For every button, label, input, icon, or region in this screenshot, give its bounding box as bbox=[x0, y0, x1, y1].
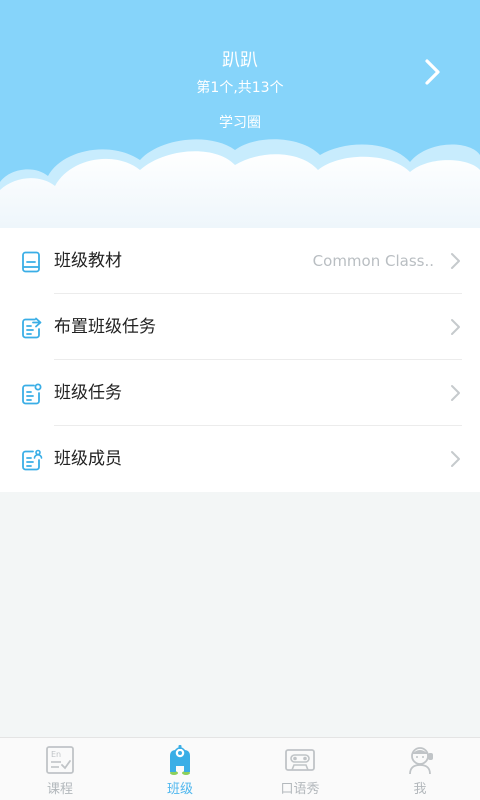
chevron-right-icon bbox=[451, 319, 460, 335]
tab-label: 我 bbox=[413, 782, 427, 797]
class-name: 趴趴 bbox=[222, 50, 258, 71]
tab-label: 课程 bbox=[46, 782, 73, 797]
menu-item-label: 班级任务 bbox=[54, 383, 122, 403]
class-mascot-icon bbox=[170, 745, 190, 775]
menu-item-class-members[interactable]: 班级成员 bbox=[0, 426, 480, 492]
chevron-right-icon bbox=[451, 385, 460, 401]
chevron-right-icon bbox=[451, 451, 460, 467]
course-book-icon: En bbox=[46, 746, 74, 774]
profile-avatar-icon bbox=[409, 747, 433, 775]
class-header: 趴趴 第1个,共13个 学习圈 bbox=[0, 0, 480, 228]
menu-item-label: 班级成员 bbox=[54, 449, 122, 469]
tab-label: 班级 bbox=[166, 782, 193, 797]
menu-item-label: 班级教材 bbox=[54, 251, 122, 271]
class-members-icon bbox=[22, 449, 43, 471]
textbook-icon bbox=[22, 251, 40, 273]
menu-item-class-tasks[interactable]: 班级任务 bbox=[0, 360, 480, 426]
textbook-value: Common Class.. bbox=[312, 252, 434, 270]
tab-class[interactable]: 班级 bbox=[120, 738, 240, 800]
tab-course[interactable]: En 课程 bbox=[0, 738, 120, 800]
svg-text:En: En bbox=[51, 750, 61, 759]
tab-speaking-show[interactable]: 口语秀 bbox=[240, 738, 360, 800]
class-tasks-icon bbox=[22, 383, 42, 405]
bottom-tab-bar: En 课程 班级 口语秀 我 bbox=[0, 737, 480, 800]
menu-item-label: 布置班级任务 bbox=[54, 317, 156, 337]
menu-item-class-textbook[interactable]: 班级教材 Common Class.. bbox=[0, 228, 480, 294]
tab-me[interactable]: 我 bbox=[360, 738, 480, 800]
chevron-right-icon bbox=[451, 253, 460, 269]
class-menu: 班级教材 Common Class.. 布置班级任务 班级任务 班级成员 bbox=[0, 228, 480, 492]
cassette-icon bbox=[285, 749, 315, 771]
next-class-chevron-icon[interactable] bbox=[416, 56, 448, 88]
menu-item-assign-task[interactable]: 布置班级任务 bbox=[0, 294, 480, 360]
class-index-counter: 第1个,共13个 bbox=[196, 80, 284, 96]
assign-task-icon bbox=[22, 317, 42, 339]
study-circle-link[interactable]: 学习圈 bbox=[0, 112, 480, 132]
tab-label: 口语秀 bbox=[280, 782, 320, 797]
